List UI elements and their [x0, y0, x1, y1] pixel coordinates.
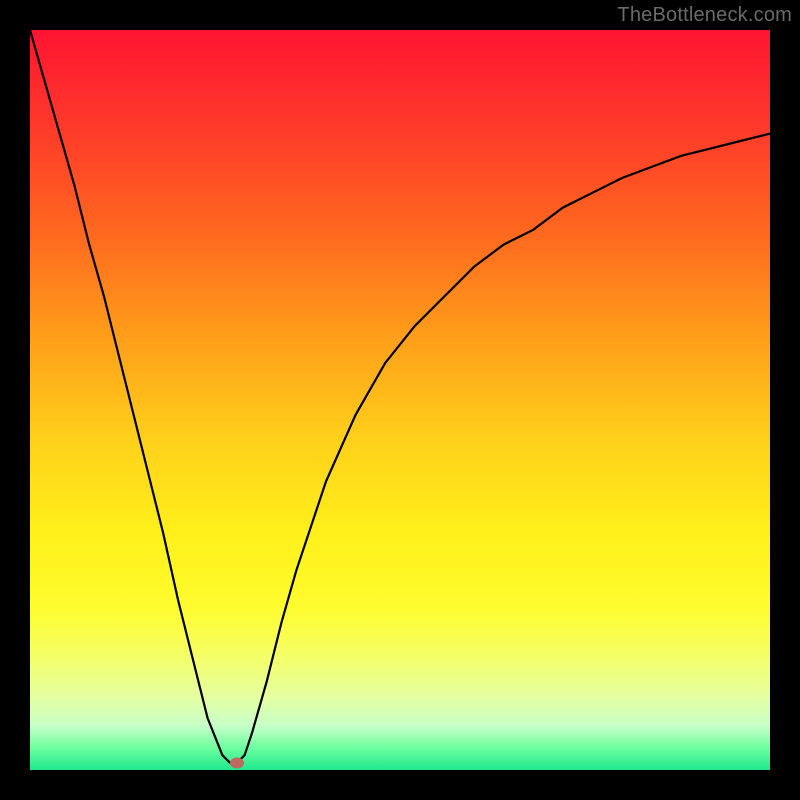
watermark-text: TheBottleneck.com	[617, 4, 792, 27]
plot-area	[30, 30, 770, 770]
bottleneck-curve	[30, 30, 770, 770]
chart-container: TheBottleneck.com	[0, 0, 800, 800]
optimal-point-marker	[230, 757, 244, 768]
